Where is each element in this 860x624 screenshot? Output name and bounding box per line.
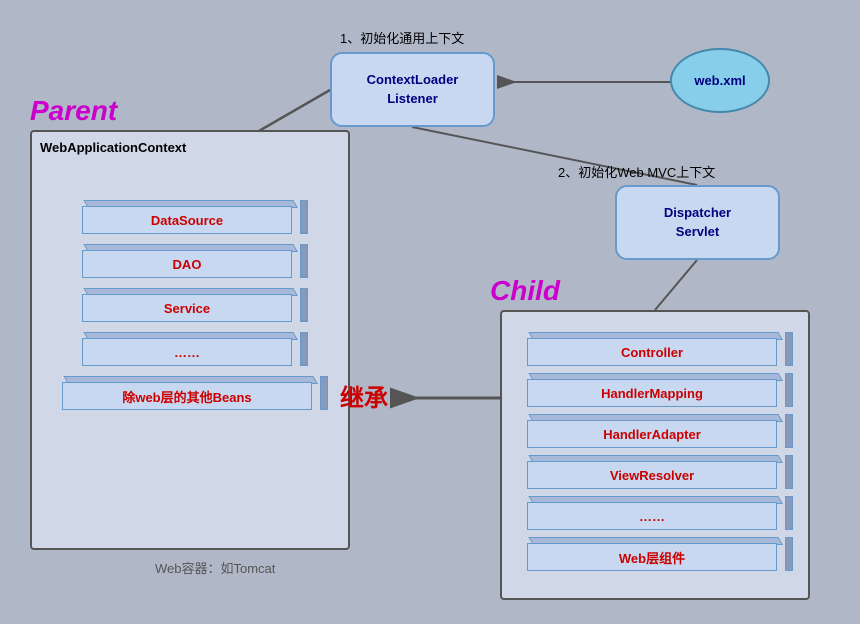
datasource-label: DataSource [151,213,223,228]
ellipsis-bar: …… [82,332,302,368]
dispatcher-text: Dispatcher Servlet [664,204,731,240]
web-components-bar: Web层组件 [527,537,787,573]
handler-adapter-bar-side [785,414,793,448]
service-label: Service [164,301,210,316]
child-container: Controller HandlerMapping HandlerAdapter… [500,310,810,600]
web-components-bar-side [785,537,793,571]
controller-label: Controller [621,345,683,360]
inherit-label: 继承 [340,378,388,413]
context-loader-box: ContextLoader Listener [330,52,495,127]
webapp-context-label: WebApplicationContext [40,140,186,155]
ellipsis-bar-side [300,332,308,366]
other-beans-bar-side [320,376,328,410]
parent-bars: DataSource DAO Service …… [52,192,332,420]
controller-bar-front: Controller [527,338,777,366]
view-resolver-label: ViewResolver [610,468,694,483]
dao-bar-front: DAO [82,250,292,278]
view-resolver-bar-side [785,455,793,489]
context-loader-text: ContextLoader Listener [367,71,459,107]
web-components-label: Web层组件 [619,548,685,567]
child-label: Child [490,275,560,307]
service-bar-front: Service [82,294,292,322]
other-beans-bar-front: 除web层的其他Beans [62,382,312,410]
parent-label: Parent [30,95,117,127]
child-ellipsis-label: …… [639,509,665,524]
annotation-2: 2、初始化Web MVC上下文 [558,162,715,181]
datasource-bar-side [300,200,308,234]
handler-adapter-bar: HandlerAdapter [527,414,787,450]
dao-bar: DAO [82,244,302,280]
handler-mapping-bar-front: HandlerMapping [527,379,777,407]
annotation-1: 1、初始化通用上下文 [340,28,464,47]
controller-bar-side [785,332,793,366]
handler-mapping-bar-side [785,373,793,407]
other-beans-label: 除web层的其他Beans [122,387,251,406]
service-bar-side [300,288,308,322]
dao-label: DAO [173,257,202,272]
web-container-label: Web容器：如Tomcat [155,558,275,577]
datasource-bar-front: DataSource [82,206,292,234]
service-bar: Service [82,288,302,324]
child-bars: Controller HandlerMapping HandlerAdapter… [512,327,802,578]
parent-container: WebApplicationContext DataSource DAO Ser… [30,130,350,550]
view-resolver-bar: ViewResolver [527,455,787,491]
child-ellipsis-bar-front: …… [527,502,777,530]
webxml-text: web.xml [694,73,745,88]
datasource-bar: DataSource [82,200,302,236]
controller-bar: Controller [527,332,787,368]
ellipsis-bar-front: …… [82,338,292,366]
ellipsis-label: …… [174,345,200,360]
dao-bar-side [300,244,308,278]
other-beans-bar: 除web层的其他Beans [62,376,322,412]
handler-mapping-bar: HandlerMapping [527,373,787,409]
handler-mapping-label: HandlerMapping [601,386,703,401]
webxml-oval: web.xml [670,48,770,113]
child-ellipsis-bar: …… [527,496,787,532]
handler-adapter-label: HandlerAdapter [603,427,701,442]
view-resolver-bar-front: ViewResolver [527,461,777,489]
web-components-bar-front: Web层组件 [527,543,777,571]
child-ellipsis-bar-side [785,496,793,530]
dispatcher-box: Dispatcher Servlet [615,185,780,260]
handler-adapter-bar-front: HandlerAdapter [527,420,777,448]
